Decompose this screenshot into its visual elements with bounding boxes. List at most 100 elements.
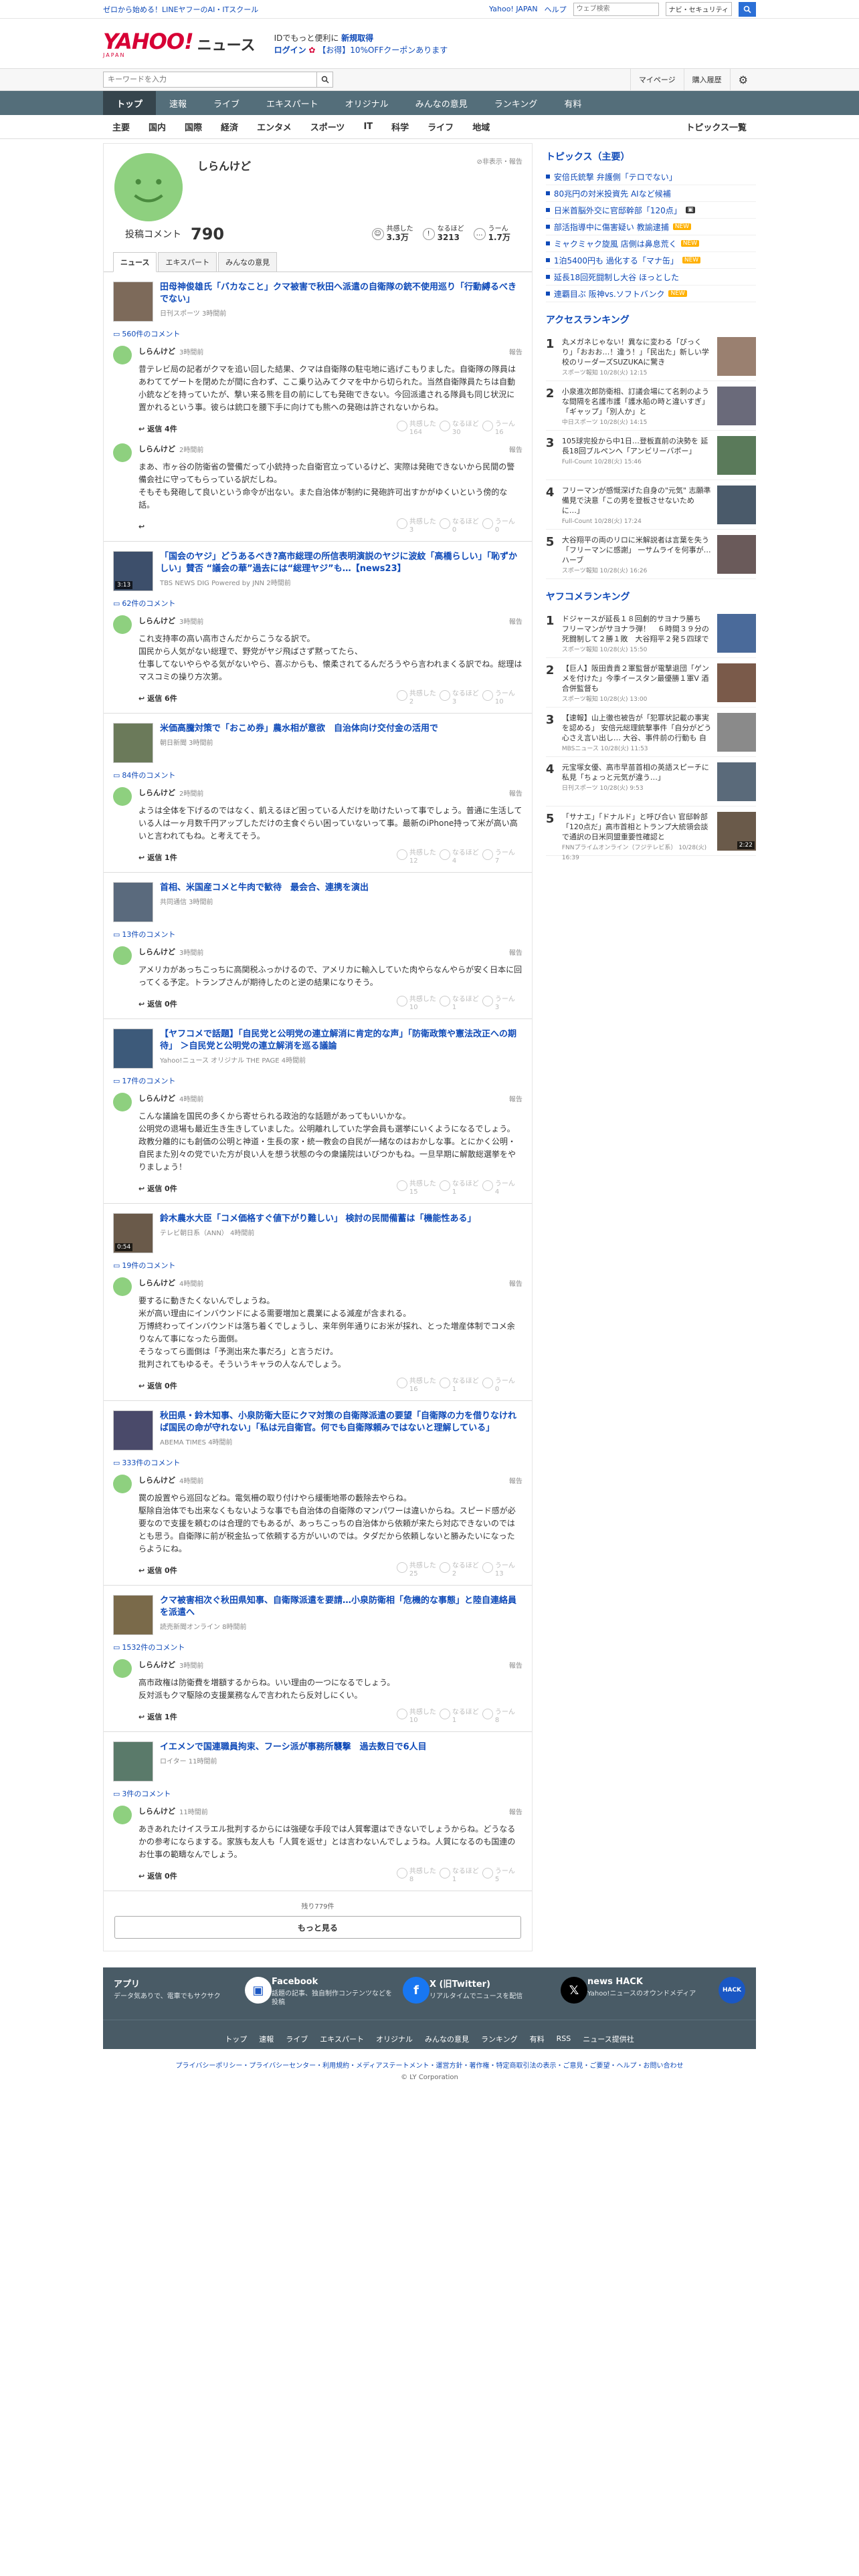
article-headline[interactable]: 田母神俊雄氏「バカなこと」クマ被害で秋田へ派遣の自衛隊の銃不使用巡り「行動縛るべ… [160, 282, 522, 306]
report-link[interactable]: 報告 [509, 1278, 522, 1288]
category-main[interactable]: 主要 [103, 120, 139, 133]
agree-button[interactable]: 共感した 25 [396, 1562, 437, 1578]
comment-count-link[interactable]: ▭ 62件のコメント [113, 598, 522, 609]
naru-button[interactable]: なるほど 3 [439, 690, 480, 706]
comment-author[interactable]: しらんけど [138, 946, 175, 957]
category-it[interactable]: IT [354, 122, 382, 132]
gnav-ranking[interactable]: ランキング [481, 91, 551, 115]
gnav-expert[interactable]: エキスパート [253, 91, 332, 115]
avatar[interactable] [113, 1475, 132, 1493]
category-science[interactable]: 科学 [382, 120, 418, 133]
reply-button[interactable]: ↩ 返信 0件 [138, 1565, 177, 1576]
load-more-button[interactable]: もっと見る [114, 1916, 521, 1939]
reply-button[interactable]: ↩ 返信 0件 [138, 998, 177, 1009]
topics-list-link[interactable]: トピックス一覧 [676, 120, 756, 133]
topic-item[interactable]: 安倍氏銃撃 弁護側「テロでない」 [545, 169, 756, 185]
comment-author[interactable]: しらんけど [138, 1659, 175, 1670]
reply-button[interactable]: ↩ 返信 4件 [138, 423, 177, 434]
topic-item[interactable]: 80兆円の対米投資先 AIなど候補 [545, 185, 756, 202]
report-link[interactable]: 報告 [509, 444, 522, 454]
avatar[interactable] [113, 443, 132, 462]
comment-author[interactable]: しらんけど [138, 1093, 175, 1103]
footer-link[interactable]: RSS [557, 2034, 571, 2043]
mypage-link[interactable]: マイページ [630, 68, 684, 91]
gnav-top[interactable]: トップ [103, 91, 157, 115]
agree-button[interactable]: 共感した 10 [396, 996, 437, 1012]
footer-app-column[interactable]: アプリ データ気ありで、電車でもサクサク ▣ [114, 1977, 272, 2020]
article-thumbnail[interactable]: 0:54 [113, 1213, 153, 1253]
topic-item[interactable]: 連覇目ぶ 阪神vs.ソフトバンク NEW [545, 286, 756, 302]
naru-button[interactable]: なるほど 0 [439, 518, 480, 534]
legal-links[interactable]: プライバシーポリシー・プライバシーセンター・利用規約・メディアステートメント・運… [0, 2060, 859, 2070]
report-link[interactable]: 報告 [509, 1806, 522, 1816]
footer-link[interactable]: みんなの意見 [425, 2034, 469, 2044]
agree-button[interactable]: 共感した 15 [396, 1180, 437, 1196]
uun-button[interactable]: うーん 10 [482, 690, 522, 706]
comment-count-link[interactable]: ▭ 84件のコメント [113, 770, 522, 780]
purchase-history-link[interactable]: 購入履歴 [683, 68, 730, 91]
ranking-item[interactable]: 1 丸メガネじゃない！異なに変わる「ぴっくり」「おおお…！違う！」「民出た」新しい… [545, 332, 756, 381]
footer-link[interactable]: ランキング [481, 2034, 518, 2044]
news-title[interactable]: ニュース [197, 33, 256, 55]
help-link[interactable]: ヘルプ [545, 4, 567, 15]
comment-count-link[interactable]: ▭ 17件のコメント [113, 1075, 522, 1086]
naru-button[interactable]: なるほど 4 [439, 849, 480, 865]
naru-button[interactable]: なるほど 1 [439, 1378, 480, 1394]
agree-button[interactable]: 共感した 16 [396, 1378, 437, 1394]
comment-author[interactable]: しらんけど [138, 1475, 175, 1485]
gnav-live[interactable]: ライブ [200, 91, 253, 115]
category-sports[interactable]: スポーツ [301, 120, 355, 133]
comment-count-link[interactable]: ▭ 1532件のコメント [113, 1642, 522, 1652]
article-thumbnail[interactable] [113, 1595, 153, 1635]
tab-news[interactable]: ニュース [113, 252, 157, 272]
uun-button[interactable]: うーん 3 [482, 996, 522, 1012]
avatar[interactable] [113, 615, 132, 634]
article-thumbnail[interactable] [113, 1029, 153, 1069]
article-thumbnail[interactable] [113, 882, 153, 922]
web-search-input[interactable] [573, 2, 659, 16]
report-link[interactable]: 報告 [509, 1475, 522, 1485]
category-economy[interactable]: 経済 [211, 120, 248, 133]
footer-link[interactable]: 速報 [259, 2034, 274, 2044]
article-thumbnail[interactable] [113, 1741, 153, 1782]
naru-button[interactable]: なるほど 30 [439, 421, 480, 437]
ranking-item[interactable]: 5 「サナエ」「ドナルド」と呼び合い 官邸幹部「120点だ」高市首相とトランプ大統… [545, 807, 756, 861]
topic-item[interactable]: 1泊5400円も 過化する「マナ缶」 NEW [545, 252, 756, 269]
comment-author[interactable]: しらんけど [138, 1806, 175, 1816]
footer-link[interactable]: ライブ [286, 2034, 308, 2044]
report-link[interactable]: 報告 [509, 616, 522, 626]
hide-report-link[interactable]: ⊘非表示・報告 [476, 156, 522, 166]
coupon-link[interactable]: 【お得】10%OFFクーポンあります [318, 45, 448, 55]
ranking-item[interactable]: 4 元宝塚女優、高市早苗首相の英語スピーチに私見「ちょっと元気が違う…」 日刊スポー… [545, 757, 756, 807]
uun-button[interactable]: うーん 4 [482, 1180, 522, 1196]
article-headline[interactable]: 「国会のヤジ」どうあるべき?高市総理の所信表明演説のヤジに波紋「高橋らしい」「恥… [160, 551, 522, 575]
agree-button[interactable]: 共感した 12 [396, 849, 437, 865]
comment-author[interactable]: しらんけど [138, 443, 175, 454]
article-thumbnail[interactable] [113, 1410, 153, 1451]
topic-item[interactable]: 日米首脳外交に官邸幹部「120点」 ▣ [545, 202, 756, 219]
gnav-breaking[interactable]: 速報 [156, 91, 200, 115]
footer-link[interactable]: ニュース提供社 [583, 2034, 634, 2044]
comment-author[interactable]: しらんけど [138, 615, 175, 626]
comment-author[interactable]: しらんけど [138, 346, 175, 356]
naru-button[interactable]: なるほど 1 [439, 996, 480, 1012]
article-headline[interactable]: イエメンで国連職員拘束、フーシ派が事務所襲撃 過去数日で6人目 [160, 1741, 427, 1753]
ranking-item[interactable]: 2 小泉進次郎防衛相、訂議会場にて名刺のような間隔を名護市護「護水船の時と違いすぎ… [545, 381, 756, 431]
reply-button[interactable]: ↩ 返信 1件 [138, 852, 177, 863]
search-mode-select[interactable]: ナビ・セキュリティ [665, 2, 732, 16]
agree-button[interactable]: 共感した 10 [396, 1709, 437, 1725]
agree-button[interactable]: 共感した 164 [396, 421, 437, 437]
login-link[interactable]: ログイン [274, 45, 306, 55]
keyword-search-input[interactable] [103, 72, 317, 88]
article-headline[interactable]: 秋田県・鈴木知事、小泉防衛大臣にクマ対策の自衛隊派遣の要望「自衛隊の力を借りなけ… [160, 1410, 522, 1434]
report-link[interactable]: 報告 [509, 788, 522, 798]
avatar[interactable] [113, 346, 132, 364]
comment-count-link[interactable]: ▭ 333件のコメント [113, 1457, 522, 1468]
ranking-item[interactable]: 3 【速報】山上徹也被告が「犯罪状記載の事実を認める」 安倍元総理銃撃事件「自分が… [545, 708, 756, 757]
naru-button[interactable]: なるほど 1 [439, 1868, 480, 1884]
reply-button[interactable]: ↩ 返信 0件 [138, 1870, 177, 1881]
gnav-original[interactable]: オリジナル [332, 91, 402, 115]
agree-button[interactable]: 共感した 3 [396, 518, 437, 534]
footer-newshack-column[interactable]: news HACK Yahoo!ニュースのオウンドメディア HACK [587, 1977, 745, 2020]
report-link[interactable]: 報告 [509, 947, 522, 957]
